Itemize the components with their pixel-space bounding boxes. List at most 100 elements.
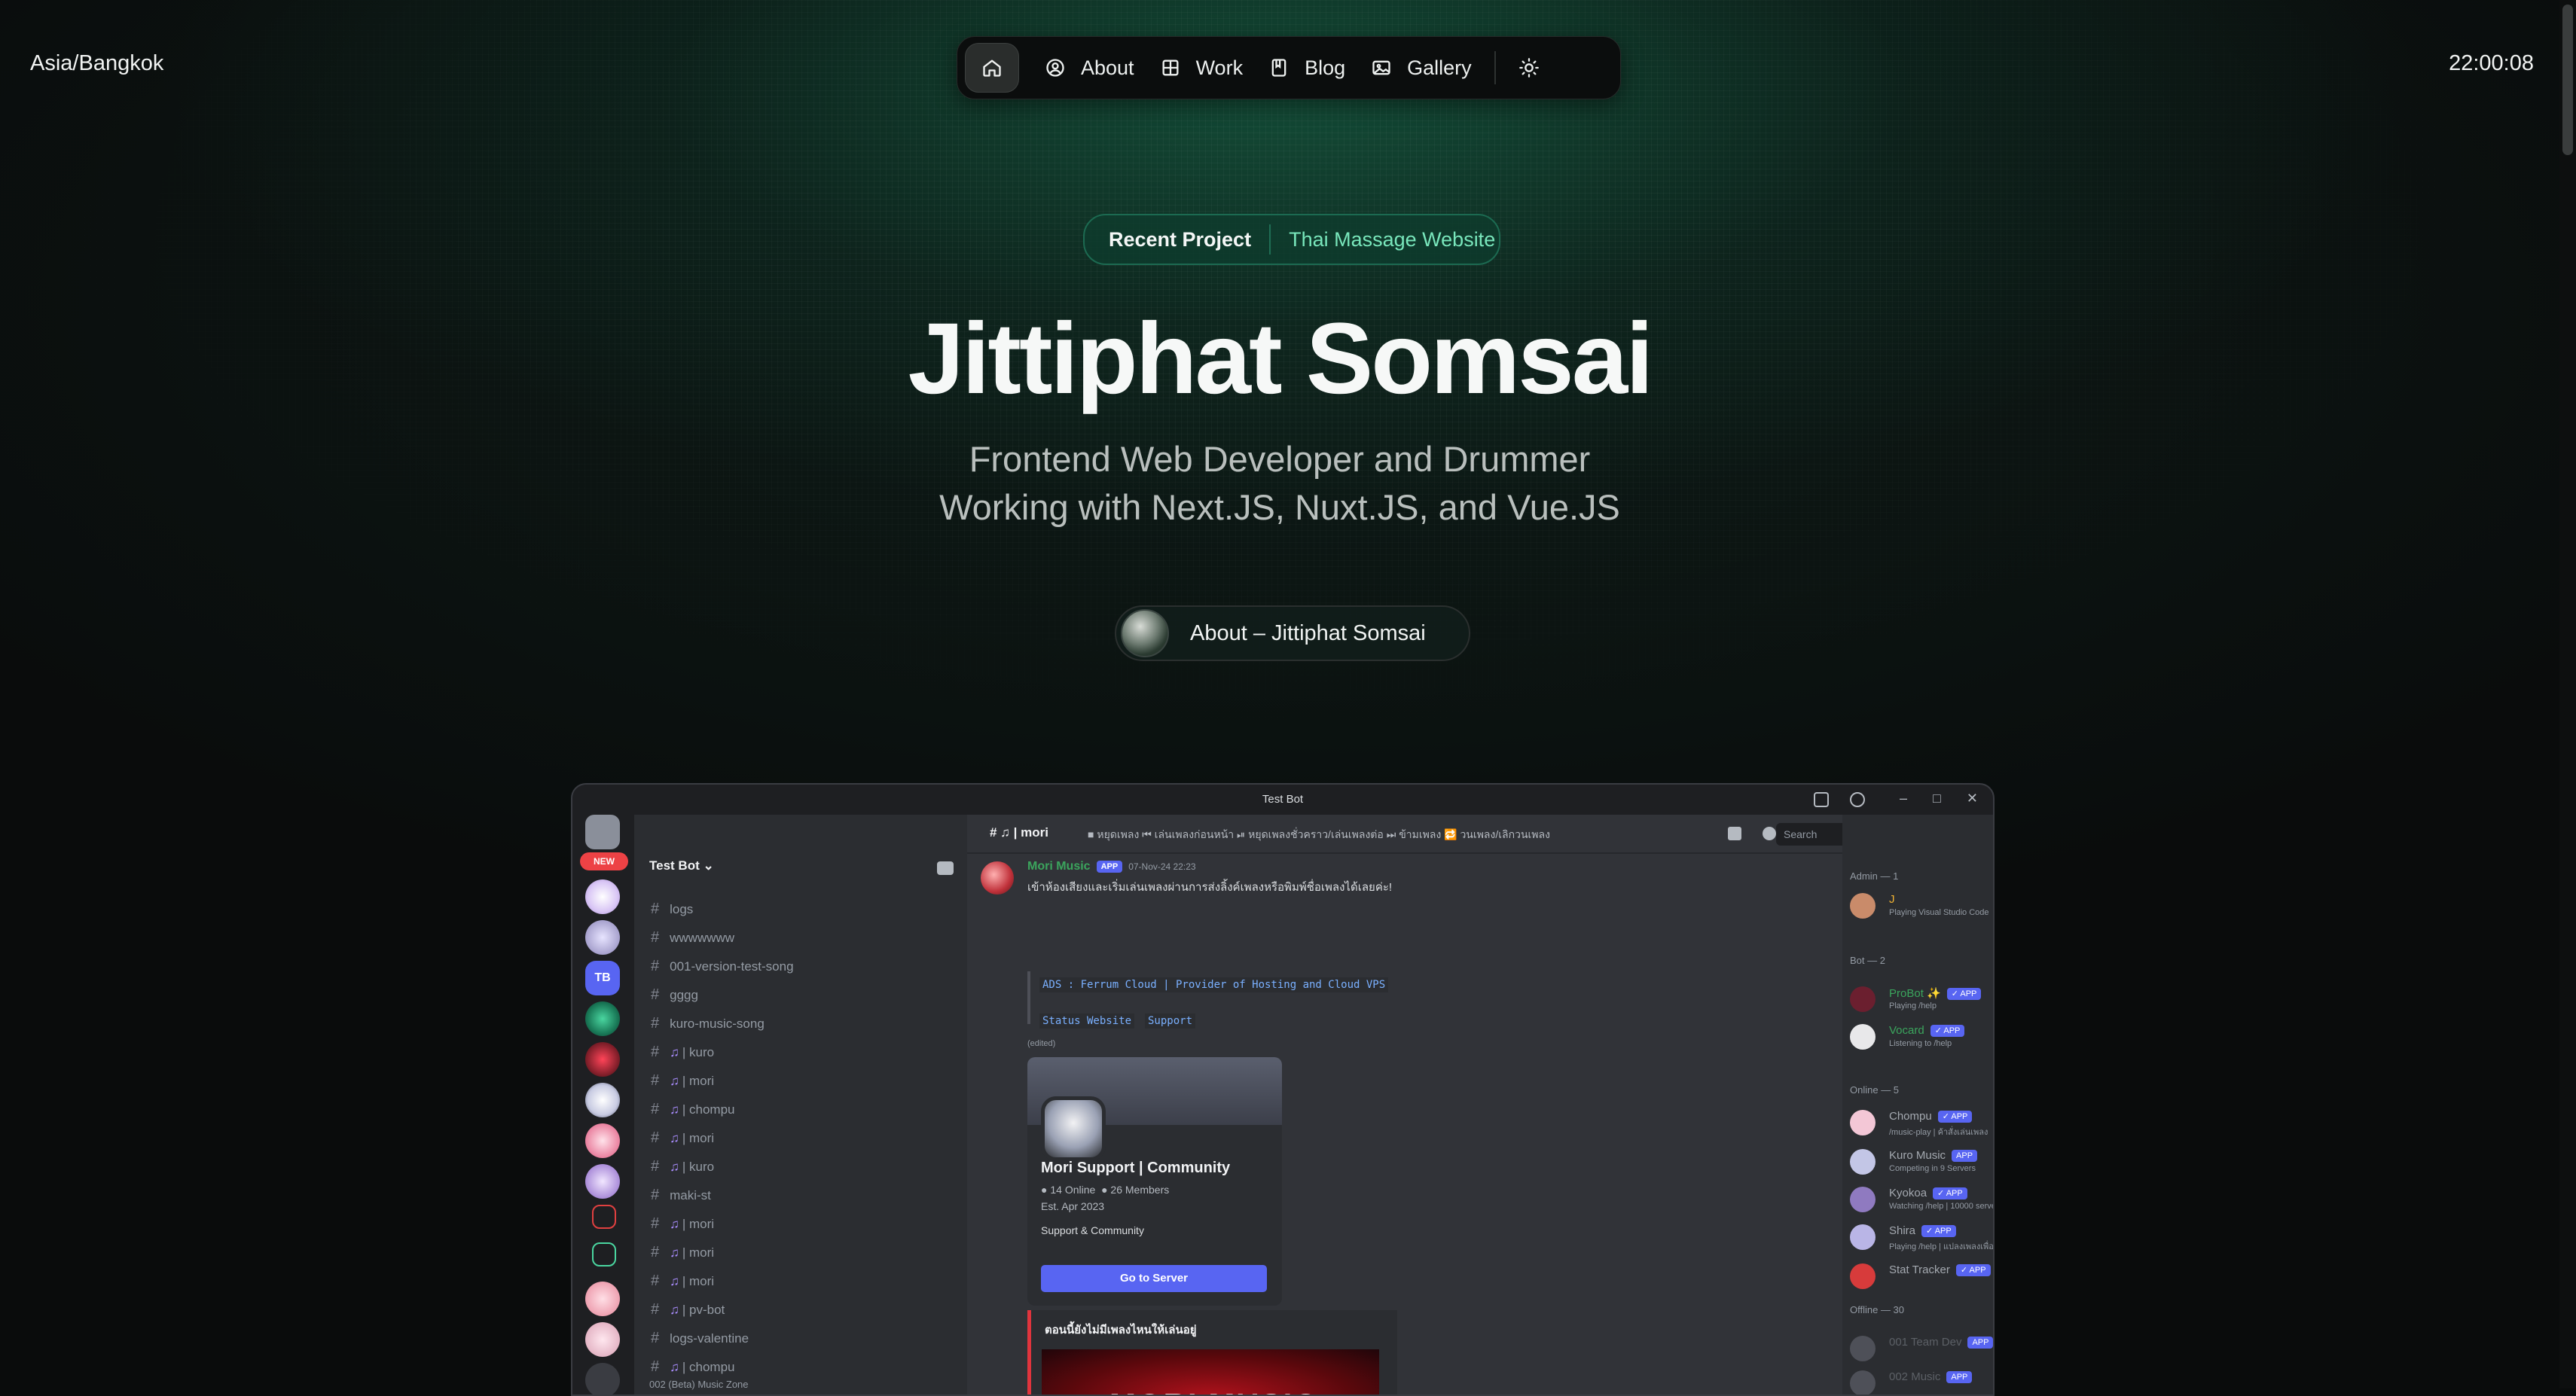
server-selected: TB bbox=[585, 961, 620, 995]
member-avatar bbox=[1850, 1024, 1876, 1050]
channel-item[interactable]: # gggg bbox=[651, 986, 698, 1004]
server-icon bbox=[592, 1242, 616, 1266]
channel-item[interactable]: # maki-st bbox=[651, 1187, 711, 1204]
scrollbar-thumb[interactable] bbox=[2562, 5, 2573, 155]
nav-item-work[interactable]: Work bbox=[1160, 56, 1244, 80]
member-name: Chompu ✓ APP bbox=[1889, 1110, 1973, 1123]
page-scrollbar[interactable] bbox=[2559, 0, 2576, 1388]
help-icon bbox=[1850, 792, 1865, 807]
member-avatar bbox=[1850, 1336, 1876, 1361]
bell-icon bbox=[1763, 827, 1776, 840]
channel-name: | chompu bbox=[682, 1102, 735, 1117]
member-avatar bbox=[1850, 893, 1876, 919]
member-avatar bbox=[1850, 1149, 1876, 1175]
close-icon: ✕ bbox=[1966, 791, 1978, 806]
channel-name: maki-st bbox=[670, 1188, 711, 1202]
embed-accent bbox=[1027, 971, 1030, 1024]
guild-name[interactable]: Test Bot ⌄ bbox=[649, 858, 714, 873]
nav-item-gallery[interactable]: Gallery bbox=[1371, 56, 1472, 80]
nav-label-work: Work bbox=[1195, 56, 1244, 79]
channel-item[interactable]: # ♫ | mori bbox=[651, 1215, 714, 1233]
hero-subtitle: Frontend Web Developer and Drummer Worki… bbox=[0, 435, 2559, 532]
nav-divider bbox=[1494, 51, 1496, 84]
window-titlebar: Test Bot – □ ✕ bbox=[572, 785, 1993, 815]
member-name: Vocard ✓ APP bbox=[1889, 1024, 1965, 1038]
member-status: Playing /help bbox=[1889, 1001, 1937, 1010]
member-group-admin: Admin — 1 bbox=[1850, 870, 1899, 882]
channel-item[interactable]: # ♫ | kuro bbox=[651, 1158, 714, 1175]
app-tag: APP bbox=[1096, 860, 1123, 873]
server-icon bbox=[585, 920, 620, 955]
new-badge: NEW bbox=[580, 852, 628, 870]
server-icon bbox=[585, 1282, 620, 1316]
channel-item[interactable]: # kuro-music-song bbox=[651, 1015, 765, 1032]
channel-item[interactable]: # ♫ | pv-bot bbox=[651, 1301, 725, 1318]
channel-list: Test Bot ⌄ # logs # wwwwwww #001-version-t… bbox=[634, 815, 967, 1394]
channel-name: | kuro bbox=[682, 1160, 715, 1174]
channel-item[interactable]: # ♫ | chompu bbox=[651, 1358, 735, 1376]
channel-name: 001-version-test-song bbox=[670, 959, 794, 974]
theme-toggle-button[interactable] bbox=[1518, 57, 1540, 78]
server-icon bbox=[585, 1164, 620, 1199]
about-button[interactable]: About – Jittiphat Somsai bbox=[1115, 605, 1470, 661]
ads-line: ADS : Ferrum Cloud | Provider of Hosting… bbox=[1039, 977, 1389, 992]
app-tag: ✓ APP bbox=[1930, 1025, 1965, 1038]
invite-description: Support & Community bbox=[1041, 1224, 1144, 1236]
window-title: Test Bot bbox=[1262, 793, 1304, 806]
invite-stats: ● 14 Online ● 26 Members bbox=[1041, 1184, 1170, 1196]
channel-name: | mori bbox=[682, 1217, 715, 1231]
status-website-link[interactable]: Status Website bbox=[1039, 1013, 1135, 1029]
member-group-bot: Bot — 2 bbox=[1850, 955, 1885, 966]
app-tag: ✓ APP bbox=[1946, 988, 1982, 1001]
member-status: Playing /help | แปลงเพลงเพื่อคุ... bbox=[1889, 1242, 1995, 1251]
channel-item[interactable]: # ♫ | mori bbox=[651, 1273, 714, 1290]
app-tag: ✓ APP bbox=[1937, 1111, 1973, 1123]
server-icon bbox=[585, 1123, 620, 1158]
member-name: 001 Team Dev APP bbox=[1889, 1336, 1993, 1349]
channel-item[interactable]: # ♫ | kuro bbox=[651, 1044, 714, 1061]
support-link[interactable]: Support bbox=[1145, 1013, 1196, 1029]
member-avatar bbox=[1850, 1187, 1876, 1212]
channel-item[interactable]: # ♫ | mori bbox=[651, 1129, 714, 1147]
go-to-server-button[interactable]: Go to Server bbox=[1041, 1265, 1267, 1292]
badge-project-link[interactable]: Thai Massage Website bbox=[1289, 228, 1495, 251]
hero-title: Jittiphat Somsai bbox=[908, 303, 1654, 415]
subtitle-line-2: Working with Next.JS, Nuxt.JS, and Vue.J… bbox=[939, 487, 1620, 527]
channel-item[interactable]: # logs-valentine bbox=[651, 1330, 749, 1347]
channel-item[interactable]: # ♫ | mori bbox=[651, 1244, 714, 1261]
channel-item[interactable]: #001-version-test-song bbox=[651, 958, 794, 975]
member-avatar bbox=[1850, 1370, 1876, 1394]
nav-item-about[interactable]: About bbox=[1045, 56, 1134, 80]
message-time: 07-Nov-24 22:23 bbox=[1128, 861, 1196, 872]
member-avatar bbox=[1850, 1224, 1876, 1250]
app-tag: APP bbox=[1967, 1337, 1993, 1349]
recent-project-badge[interactable]: Recent Project Thai Massage Website bbox=[1083, 214, 1500, 265]
nav-label-gallery: Gallery bbox=[1407, 56, 1472, 79]
server-icon bbox=[585, 1083, 620, 1117]
sun-icon bbox=[1518, 58, 1539, 78]
member-status: Watching /help | 10000 server bbox=[1889, 1202, 1995, 1211]
member-name: Shira ✓ APP bbox=[1889, 1224, 1956, 1238]
member-status: /music-play | ค้าสั่งเล่นเพลง bbox=[1889, 1128, 1988, 1137]
nav-item-blog[interactable]: Blog bbox=[1268, 56, 1345, 80]
server-icon bbox=[592, 1205, 616, 1229]
channel-item[interactable]: # wwwwwww bbox=[651, 929, 734, 946]
channel-item[interactable]: # ♫ | chompu bbox=[651, 1101, 735, 1118]
app-tag: APP bbox=[1946, 1371, 1973, 1384]
app-tag: ✓ APP bbox=[1921, 1225, 1956, 1238]
app-tag: ✓ APP bbox=[1955, 1264, 1991, 1277]
chat-channel-text: | mori bbox=[1013, 825, 1048, 840]
channel-name: kuro-music-song bbox=[670, 1017, 765, 1031]
channel-item[interactable]: # ♫ | mori bbox=[651, 1072, 714, 1090]
server-invite-card: Mori Support | Community ● 14 Online ● 2… bbox=[1027, 1057, 1282, 1306]
member-group-offline: Offline — 30 bbox=[1850, 1304, 1905, 1315]
channel-item[interactable]: # logs bbox=[651, 901, 693, 918]
channel-name: | mori bbox=[682, 1074, 715, 1088]
member-status: Playing Visual Studio Code bbox=[1889, 908, 1989, 917]
member-status: Listening to /help bbox=[1889, 1039, 1952, 1048]
member-group-online: Online — 5 bbox=[1850, 1084, 1900, 1096]
nav-home-button[interactable] bbox=[965, 43, 1019, 93]
embed-title: ตอนนี้ยังไม่มีเพลงไหนให้เล่นอยู่ bbox=[1045, 1324, 1197, 1337]
nav-label-about: About bbox=[1081, 56, 1134, 79]
message-author[interactable]: Mori Music APP 07-Nov-24 22:23 bbox=[1027, 860, 1196, 873]
